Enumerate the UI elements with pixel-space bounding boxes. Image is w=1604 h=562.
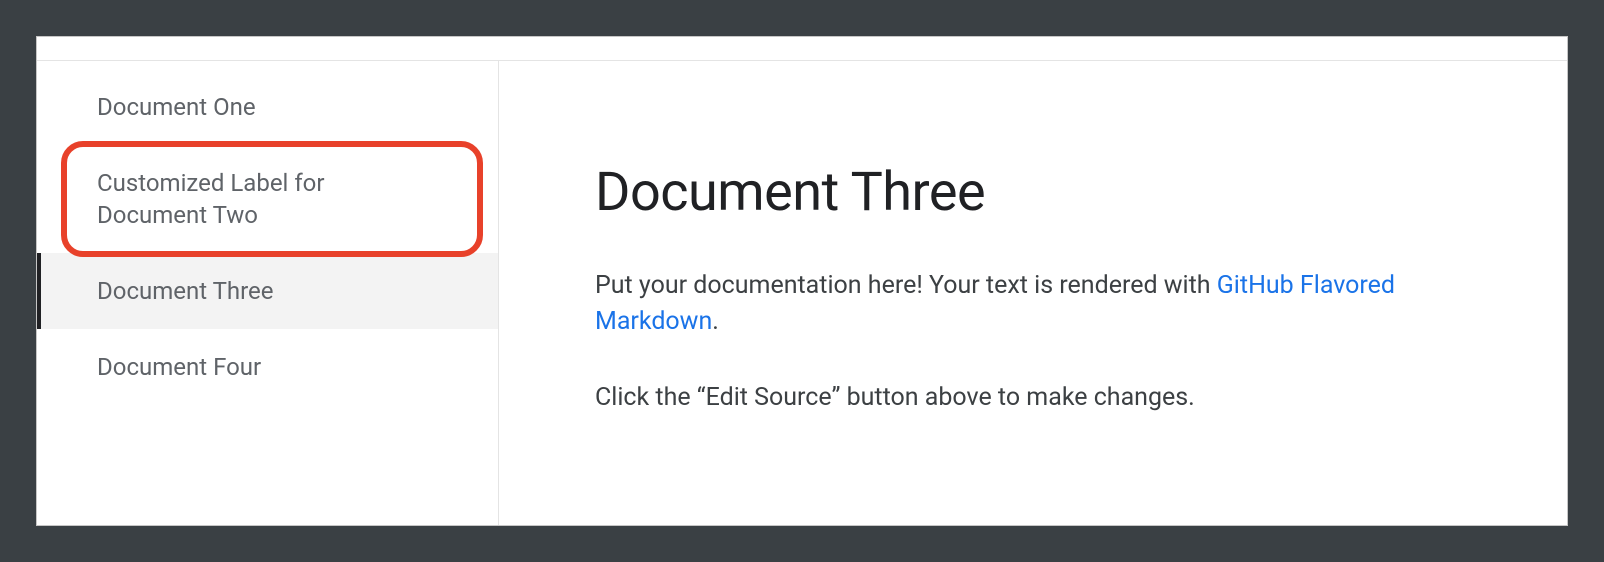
app-window: Document One Customized Label for Docume… xyxy=(36,36,1568,526)
sidebar-item-label: Document One xyxy=(97,93,256,121)
paragraph-text-suffix: . xyxy=(712,307,719,336)
paragraph-text: Put your documentation here! Your text i… xyxy=(595,271,1217,300)
sidebar-item-label: Customized Label for Document Two xyxy=(97,169,325,229)
sidebar-item-document-one[interactable]: Document One xyxy=(37,69,498,145)
sidebar-item-document-four[interactable]: Document Four xyxy=(37,329,498,405)
content-area: Document Three Put your documentation he… xyxy=(499,61,1567,525)
content-paragraph-2: Click the “Edit Source” button above to … xyxy=(595,380,1447,416)
sidebar-item-document-two[interactable]: Customized Label for Document Two xyxy=(37,145,498,253)
sidebar-item-label: Document Four xyxy=(97,353,261,381)
sidebar-item-document-three[interactable]: Document Three xyxy=(37,253,498,329)
top-bar xyxy=(37,37,1567,61)
sidebar-item-label: Document Three xyxy=(97,277,274,305)
content-paragraph-1: Put your documentation here! Your text i… xyxy=(595,268,1447,340)
page-title: Document Three xyxy=(595,161,1447,224)
app-body: Document One Customized Label for Docume… xyxy=(37,61,1567,525)
sidebar: Document One Customized Label for Docume… xyxy=(37,61,499,525)
